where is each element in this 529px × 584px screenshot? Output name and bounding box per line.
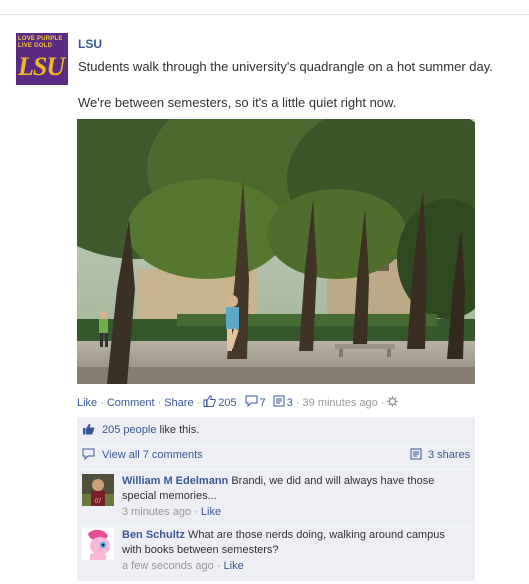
view-all-comments-link[interactable]: View all 7 comments (102, 449, 203, 461)
share-document-icon[interactable] (273, 395, 285, 410)
thumbs-up-icon[interactable] (203, 395, 217, 410)
share-link[interactable]: Share (164, 397, 193, 409)
comment-text: What are those nerds doing, walking arou… (188, 529, 445, 541)
thumbs-up-icon (82, 423, 95, 438)
avatar-tagline: LOVE PURPLE LIVE GOLD (18, 36, 63, 50)
comment-author-link[interactable]: Ben Schultz (122, 529, 185, 541)
post-action-bar: Like · Comment · Share · 205 7 3 · 39 mi… (77, 395, 399, 410)
comment-item: Ben Schultz What are those nerds doing, … (77, 520, 475, 581)
comment-timestamp[interactable]: 3 minutes ago (122, 506, 191, 518)
likes-summary-row: 205 people like this. (77, 417, 475, 441)
lsu-avatar[interactable]: LOVE PURPLE LIVE GOLD LSU (16, 33, 68, 85)
separator: · (380, 396, 385, 409)
post-text-line-2: We're between semesters, so it's a littl… (78, 95, 397, 110)
comment-author-link[interactable]: William M Edelmann (122, 475, 228, 487)
shares-link[interactable]: 3 shares (428, 449, 470, 461)
separator: · (295, 396, 300, 409)
comment-body: Ben Schultz What are those nerds doing, … (122, 528, 462, 574)
top-divider (0, 14, 529, 15)
lsu-logo: LSU (18, 52, 65, 81)
post-text-line-1: Students walk through the university's q… (78, 59, 493, 74)
like-link[interactable]: Like (77, 397, 97, 409)
commenter-avatar[interactable]: 07 (82, 474, 114, 506)
commenter-avatar[interactable] (82, 528, 114, 560)
comments-count[interactable]: 7 (260, 397, 266, 409)
comment-meta: 3 minutes ago · Like (122, 505, 462, 520)
share-document-icon (410, 448, 422, 463)
comment-link[interactable]: Comment (107, 397, 155, 409)
comment-bubble-icon[interactable] (245, 395, 258, 410)
feedback-box: 205 people like this. View all 7 comment… (77, 417, 475, 581)
post-timestamp[interactable]: 39 minutes ago (303, 397, 378, 409)
comment-item: 07 William M Edelmann Brandi, we did and… (77, 466, 475, 520)
comment-bubble-icon (82, 448, 95, 463)
likes-summary-text: 205 people like this. (102, 424, 199, 436)
likes-people-link[interactable]: 205 people (102, 424, 156, 436)
svg-text:07: 07 (95, 499, 102, 505)
quadrangle-photo-illustration (77, 119, 475, 384)
separator: · (194, 506, 198, 518)
separator: · (100, 396, 104, 409)
comment-text-cont: special memories... (122, 490, 217, 502)
avatar-tagline-1: LOVE PURPLE (18, 36, 63, 42)
separator: · (196, 396, 201, 409)
avatar-tagline-2: LIVE GOLD (18, 43, 53, 49)
comment-meta: a few seconds ago · Like (122, 559, 462, 574)
comment-text: Brandi, we did and will always have thos… (231, 475, 435, 487)
comment-body: William M Edelmann Brandi, we did and wi… (122, 474, 462, 520)
post-photo[interactable] (77, 119, 475, 384)
separator: · (157, 396, 162, 409)
comment-like-link[interactable]: Like (224, 560, 244, 572)
likes-count[interactable]: 205 (218, 397, 236, 409)
shares-count[interactable]: 3 (287, 397, 293, 409)
separator: · (216, 560, 221, 572)
comment-like-link[interactable]: Like (201, 506, 221, 518)
comment-timestamp[interactable]: a few seconds ago (122, 560, 214, 572)
gear-icon[interactable] (387, 395, 399, 410)
post-author-link[interactable]: LSU (78, 37, 102, 51)
view-all-row: View all 7 comments 3 shares (77, 441, 475, 466)
likes-suffix: like this. (159, 424, 200, 436)
comment-text-cont: with books between semesters? (122, 544, 279, 556)
